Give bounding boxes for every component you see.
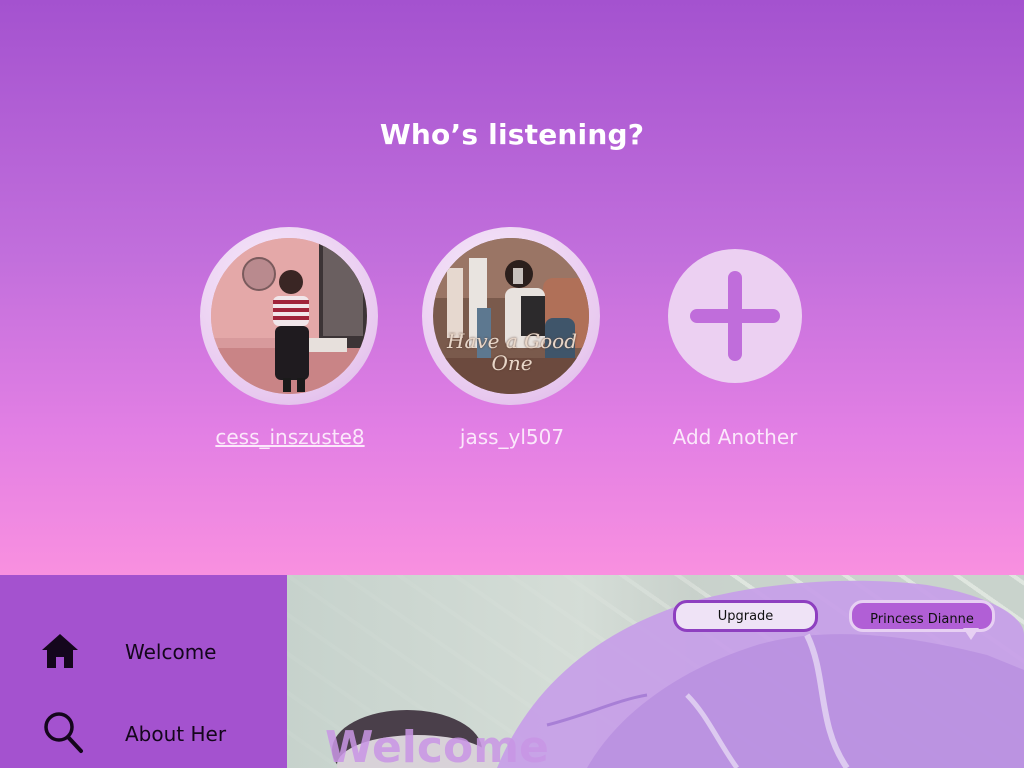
sidebar-item-welcome[interactable]: Welcome xyxy=(0,622,287,682)
profile-username[interactable]: cess_inszuste8 xyxy=(160,425,420,449)
upgrade-label: Upgrade xyxy=(717,608,774,624)
add-profile-button[interactable] xyxy=(668,249,802,383)
profile-photo: Have a Good One xyxy=(433,238,589,394)
profile-username[interactable]: jass_yl507 xyxy=(382,425,642,449)
profile-card-1[interactable]: cess_inszuste8 xyxy=(200,227,380,449)
profile-card-2[interactable]: Have a Good One jass_yl507 xyxy=(422,227,602,449)
upgrade-button[interactable]: Upgrade xyxy=(673,600,818,632)
sidebar: Welcome About Her xyxy=(0,575,287,768)
sidebar-item-label: About Her xyxy=(125,722,227,746)
add-profile-label[interactable]: Add Another xyxy=(605,425,865,449)
account-name: Princess Dianne xyxy=(870,611,974,627)
search-icon xyxy=(44,712,83,753)
page-title: Who’s listening? xyxy=(379,118,645,151)
plus-icon-vertical xyxy=(728,271,742,361)
account-menu-caret-icon xyxy=(963,628,979,640)
profile-photo xyxy=(211,238,367,394)
profile-picker-panel: Who’s listening? cess_inszuste8 Have a G… xyxy=(0,0,1024,575)
photo-caption-text: Have a Good One xyxy=(447,329,577,375)
sidebar-item-about-her[interactable]: About Her xyxy=(0,704,287,764)
hero-heading: Welcome xyxy=(325,722,549,773)
profile-avatar[interactable] xyxy=(200,227,378,405)
profile-avatar[interactable]: Have a Good One xyxy=(422,227,600,405)
home-icon xyxy=(42,634,78,668)
sidebar-item-label: Welcome xyxy=(125,640,217,664)
